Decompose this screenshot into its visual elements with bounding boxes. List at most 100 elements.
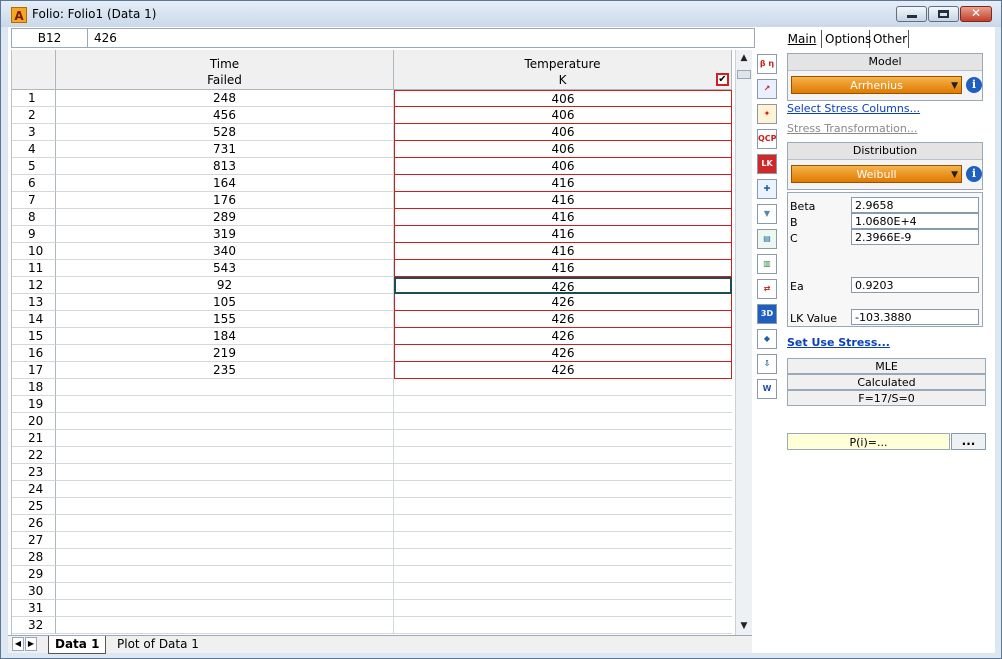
- time-failed-cell[interactable]: 319: [56, 226, 394, 243]
- row-number[interactable]: 27: [12, 532, 56, 549]
- stress-column-checkbox[interactable]: ✔: [716, 73, 729, 86]
- set-use-stress-link[interactable]: Set Use Stress...: [787, 336, 890, 349]
- time-failed-cell[interactable]: [56, 430, 394, 447]
- time-failed-cell[interactable]: 176: [56, 192, 394, 209]
- temperature-cell[interactable]: [394, 481, 732, 498]
- maximize-button[interactable]: [928, 6, 959, 22]
- tab-main[interactable]: Main: [783, 30, 822, 48]
- time-failed-cell[interactable]: 184: [56, 328, 394, 345]
- row-number[interactable]: 15: [12, 328, 56, 345]
- rank-method-field[interactable]: P(i)=...: [787, 433, 950, 450]
- row-number[interactable]: 16: [12, 345, 56, 362]
- minimize-button[interactable]: [896, 6, 927, 22]
- time-failed-cell[interactable]: 164: [56, 175, 394, 192]
- row-number[interactable]: 5: [12, 158, 56, 175]
- export-icon[interactable]: ⇩: [757, 354, 777, 374]
- row-number[interactable]: 6: [12, 175, 56, 192]
- qcp-icon[interactable]: QCP: [757, 129, 777, 149]
- row-number[interactable]: 13: [12, 294, 56, 311]
- plot-icon[interactable]: ↗: [757, 79, 777, 99]
- temperature-cell[interactable]: 406: [394, 158, 732, 175]
- time-failed-cell[interactable]: 456: [56, 107, 394, 124]
- row-number[interactable]: 12: [12, 277, 56, 294]
- temperature-cell[interactable]: 416: [394, 175, 732, 192]
- close-button[interactable]: ✕: [960, 6, 992, 22]
- row-number[interactable]: 10: [12, 243, 56, 260]
- row-number[interactable]: 30: [12, 583, 56, 600]
- temperature-cell[interactable]: [394, 379, 732, 396]
- time-failed-cell[interactable]: [56, 498, 394, 515]
- time-failed-cell[interactable]: 248: [56, 90, 394, 107]
- tab-other[interactable]: Other: [872, 30, 909, 48]
- temperature-cell[interactable]: 416: [394, 226, 732, 243]
- filter-icon[interactable]: ▼: [757, 204, 777, 224]
- calculate-icon[interactable]: β η σ μ: [757, 54, 777, 74]
- time-failed-cell[interactable]: 105: [56, 294, 394, 311]
- sheet-tab-plot-of-data-1[interactable]: Plot of Data 1: [111, 636, 205, 653]
- time-failed-cell[interactable]: [56, 532, 394, 549]
- time-failed-cell[interactable]: [56, 464, 394, 481]
- distribution-dropdown[interactable]: Weibull ▼: [791, 165, 962, 183]
- row-number[interactable]: 19: [12, 396, 56, 413]
- vertical-scrollbar[interactable]: ▲ ▼: [735, 50, 752, 635]
- temperature-cell[interactable]: [394, 498, 732, 515]
- row-number[interactable]: 23: [12, 464, 56, 481]
- row-number[interactable]: 1: [12, 90, 56, 107]
- batch-icon[interactable]: ▥: [757, 254, 777, 274]
- distribution-info-icon[interactable]: i: [966, 166, 982, 182]
- column-header-temperature[interactable]: Temperature K: [394, 50, 732, 90]
- scroll-thumb[interactable]: [737, 70, 751, 79]
- temperature-cell[interactable]: 416: [394, 209, 732, 226]
- temperature-cell[interactable]: [394, 413, 732, 430]
- temperature-cell[interactable]: [394, 566, 732, 583]
- temperature-cell[interactable]: [394, 430, 732, 447]
- time-failed-cell[interactable]: [56, 379, 394, 396]
- time-failed-cell[interactable]: [56, 481, 394, 498]
- lk-icon[interactable]: LK: [757, 154, 777, 174]
- time-failed-cell[interactable]: [56, 396, 394, 413]
- row-number[interactable]: 14: [12, 311, 56, 328]
- row-number[interactable]: 9: [12, 226, 56, 243]
- row-number[interactable]: 31: [12, 600, 56, 617]
- row-number[interactable]: 7: [12, 192, 56, 209]
- time-failed-cell[interactable]: [56, 515, 394, 532]
- stress-transformation-link[interactable]: Stress Transformation...: [787, 122, 917, 135]
- temperature-cell[interactable]: 426: [394, 294, 732, 311]
- row-number[interactable]: 20: [12, 413, 56, 430]
- temperature-cell[interactable]: [394, 583, 732, 600]
- temperature-cell[interactable]: 406: [394, 107, 732, 124]
- word-report-icon[interactable]: W: [757, 379, 777, 399]
- row-number[interactable]: 11: [12, 260, 56, 277]
- temperature-cell[interactable]: 406: [394, 90, 732, 107]
- row-number[interactable]: 17: [12, 362, 56, 379]
- model-info-icon[interactable]: i: [966, 77, 982, 93]
- time-failed-cell[interactable]: [56, 566, 394, 583]
- row-number[interactable]: 26: [12, 515, 56, 532]
- row-number[interactable]: 4: [12, 141, 56, 158]
- time-failed-cell[interactable]: 219: [56, 345, 394, 362]
- model-dropdown[interactable]: Arrhenius ▼: [791, 76, 962, 94]
- temperature-cell[interactable]: [394, 447, 732, 464]
- tab-options[interactable]: Options: [825, 30, 871, 48]
- temperature-cell[interactable]: [394, 532, 732, 549]
- wizard-icon[interactable]: ✦: [757, 104, 777, 124]
- time-failed-cell[interactable]: [56, 583, 394, 600]
- temperature-cell[interactable]: [394, 617, 732, 634]
- temperature-cell[interactable]: 426: [394, 328, 732, 345]
- grid-corner[interactable]: [12, 50, 56, 90]
- row-number[interactable]: 32: [12, 617, 56, 634]
- temperature-cell[interactable]: 406: [394, 141, 732, 158]
- row-number[interactable]: 21: [12, 430, 56, 447]
- contour-plot-icon[interactable]: ✚: [757, 179, 777, 199]
- temperature-cell[interactable]: [394, 549, 732, 566]
- time-failed-cell[interactable]: [56, 600, 394, 617]
- temperature-cell[interactable]: 416: [394, 243, 732, 260]
- temperature-cell[interactable]: 426: [394, 277, 732, 294]
- temperature-cell[interactable]: 426: [394, 345, 732, 362]
- temperature-cell[interactable]: [394, 464, 732, 481]
- row-number[interactable]: 2: [12, 107, 56, 124]
- row-number[interactable]: 22: [12, 447, 56, 464]
- time-failed-cell[interactable]: [56, 413, 394, 430]
- temperature-cell[interactable]: [394, 396, 732, 413]
- tab-prev-arrow-icon[interactable]: ◀: [12, 637, 24, 651]
